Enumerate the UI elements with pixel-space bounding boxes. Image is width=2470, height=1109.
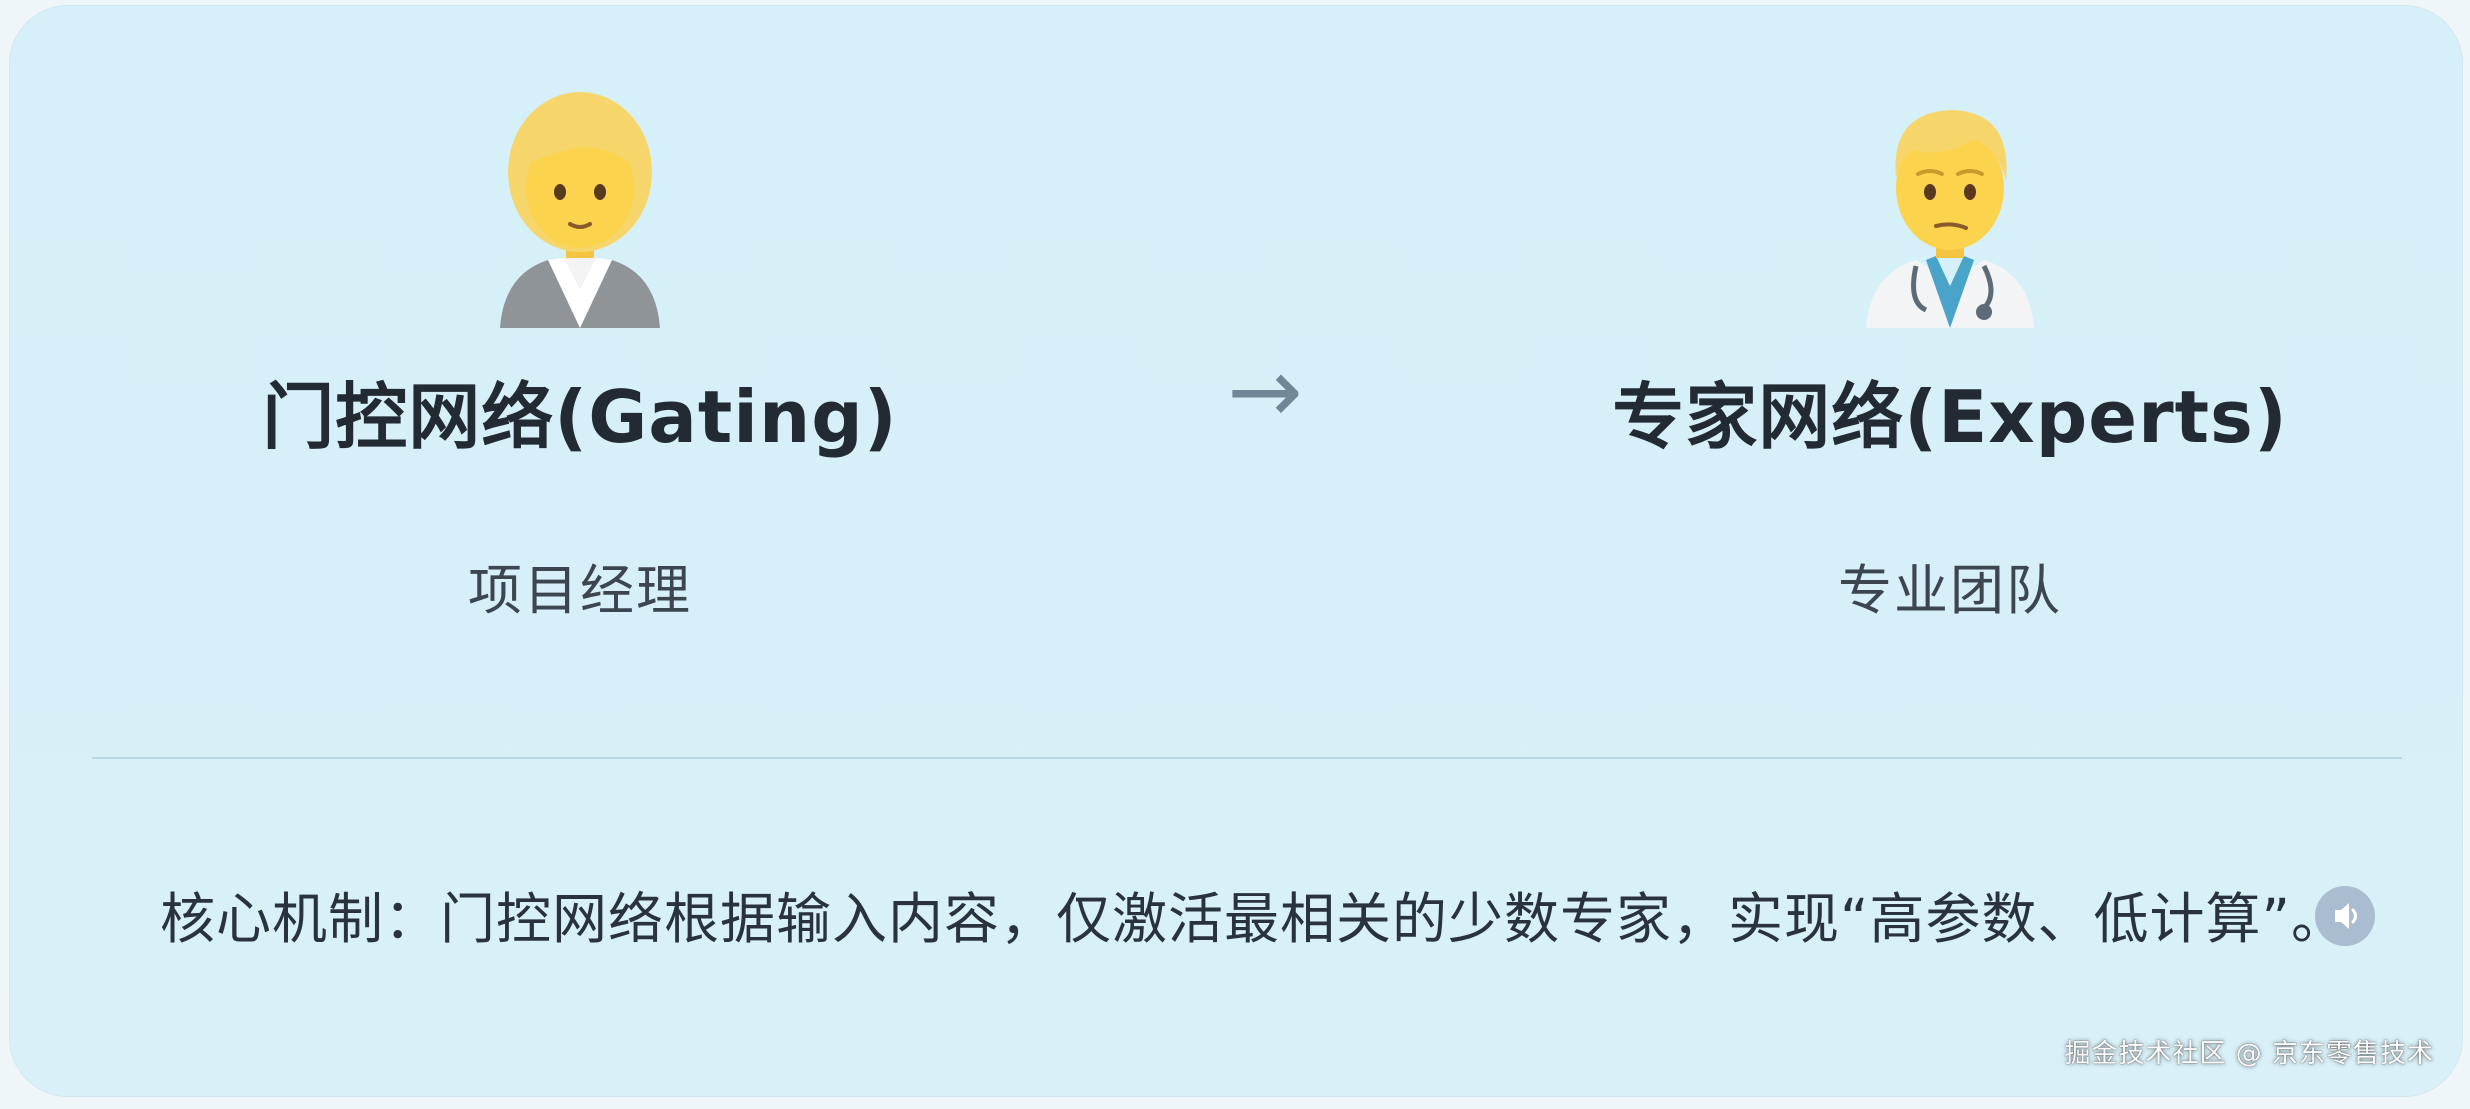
- section-divider: [92, 757, 2402, 759]
- health-worker-emoji-icon: [1860, 88, 2040, 328]
- speaker-icon[interactable]: [2315, 886, 2375, 946]
- core-mechanism-text: 核心机制：门控网络根据输入内容，仅激活最相关的少数专家，实现“高参数、低计算”。: [160, 887, 2347, 951]
- experts-network-subtitle: 专业团队: [1838, 559, 2062, 622]
- gating-network-subtitle: 项目经理: [468, 559, 692, 622]
- office-worker-emoji-icon: [490, 88, 670, 328]
- watermark-text: 掘金技术社区 @ 京东零售技术: [2064, 1039, 2434, 1069]
- experts-network-title: 专家网络(Experts): [1612, 375, 2288, 459]
- gating-network-title: 门控网络(Gating): [262, 375, 898, 459]
- right-arrow-icon: →: [1227, 339, 1303, 444]
- diagram-card: 门控网络(Gating) 项目经理 → 专家网络(Experts) 专业团队 核…: [10, 6, 2462, 1096]
